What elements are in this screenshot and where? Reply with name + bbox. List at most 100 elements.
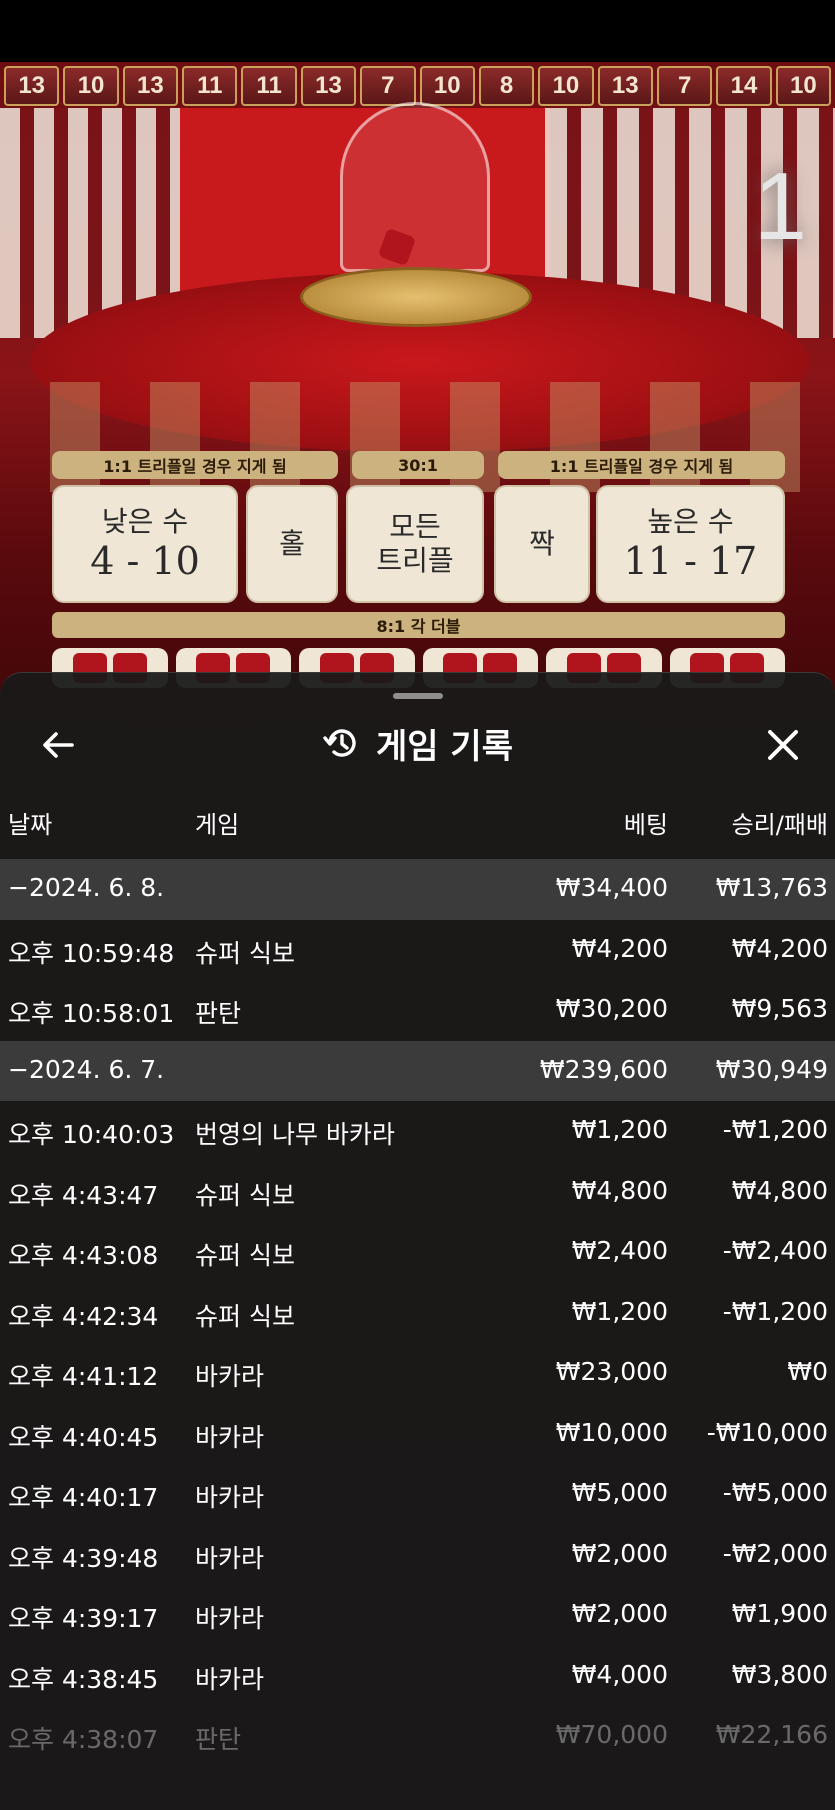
row-game: 바카라 [195, 1483, 265, 1512]
row-winloss: ₩22,166 [715, 1720, 828, 1749]
history-result-cell: 13 [122, 66, 179, 106]
row-game: 바카라 [195, 1604, 265, 1633]
row-winloss: -₩1,200 [722, 1115, 828, 1144]
history-row[interactable]: 오후 4:39:17 바카라 ₩2,000 ₩1,900 [0, 1585, 835, 1646]
row-bet: ₩239,600 [539, 1054, 668, 1084]
row-winloss: -₩1,200 [722, 1296, 828, 1326]
history-result-cell: 7 [656, 66, 713, 106]
history-row[interactable]: 오후 4:40:45 바카라 ₩10,000 -₩10,000 [0, 1404, 835, 1465]
history-result-cell: 7 [360, 66, 416, 106]
history-row[interactable]: 오후 4:40:17 바카라 ₩5,000 -₩5,000 [0, 1464, 835, 1525]
row-bet: ₩10,000 [555, 1417, 668, 1447]
row-game: 바카라 [195, 1543, 265, 1573]
history-row[interactable]: 오후 10:59:48 슈퍼 식보 ₩4,200 ₩4,200 [0, 920, 835, 981]
history-result-cell: 14 [716, 66, 772, 106]
row-date: 오후 4:43:47 [8, 1180, 159, 1210]
dice-dome-base [300, 267, 532, 327]
table-header: 날짜 게임 베팅 승리/패배 [0, 797, 835, 843]
history-row[interactable]: 오후 10:58:01 판탄 ₩30,200 ₩9,563 [0, 980, 835, 1041]
dice-dome [340, 102, 490, 272]
row-date: −2024. 6. 7. [8, 1054, 165, 1084]
history-row[interactable]: 오후 4:43:47 슈퍼 식보 ₩4,800 ₩4,800 [0, 1162, 835, 1223]
row-game: 판탄 [195, 999, 242, 1028]
close-button[interactable] [761, 723, 805, 767]
history-result-cell: 11 [241, 66, 297, 106]
history-result-cell: 13 [4, 66, 60, 106]
date-group-row[interactable]: −2024. 6. 7. ₩239,600 ₩30,949 [0, 1040, 835, 1101]
bet-big-range: 11 - 17 [623, 539, 758, 583]
row-bet: ₩5,000 [571, 1478, 668, 1507]
column-header-date: 날짜 [8, 811, 53, 839]
history-clock-icon [323, 729, 356, 757]
bet-any-triple[interactable]: 모든 트리플 [346, 485, 484, 603]
row-date: 오후 4:38:45 [8, 1664, 159, 1694]
history-result-cell: 13 [597, 66, 653, 106]
sheet-header: 게임 기록 [0, 713, 835, 773]
row-date: 오후 4:40:45 [8, 1422, 159, 1452]
payout-label-small: 1:1 트리플일 경우 지게 됨 [52, 451, 338, 479]
row-game: 판탄 [195, 1725, 242, 1754]
close-icon [768, 730, 798, 760]
history-result-cell: 13 [300, 66, 357, 106]
row-date: −2024. 6. 8. [8, 873, 165, 902]
history-row[interactable]: 오후 4:38:45 바카라 ₩4,000 ₩3,800 [0, 1646, 835, 1707]
row-bet: ₩2,000 [571, 1538, 668, 1568]
row-bet: ₩2,400 [571, 1236, 668, 1265]
row-date: 오후 4:43:08 [8, 1241, 159, 1270]
history-row[interactable]: 오후 10:40:03 번영의 나무 바카라 ₩1,200 -₩1,200 [0, 1101, 835, 1162]
row-winloss: ₩9,563 [731, 994, 828, 1023]
row-winloss: -₩2,000 [722, 1538, 828, 1568]
row-date: 오후 4:41:12 [8, 1362, 159, 1391]
row-date: 오후 4:39:48 [8, 1543, 159, 1573]
row-game: 번영의 나무 바카라 [195, 1120, 395, 1149]
row-date: 오후 4:40:17 [8, 1483, 159, 1512]
history-row[interactable]: 오후 4:43:08 슈퍼 식보 ₩2,400 -₩2,400 [0, 1222, 835, 1283]
row-winloss: -₩2,400 [722, 1236, 828, 1265]
row-bet: ₩4,800 [571, 1175, 668, 1205]
history-table: −2024. 6. 8. ₩34,400 ₩13,763 오후 10:59:48 슈퍼 … [0, 859, 835, 1767]
bet-odd-label: 홀 [279, 527, 305, 560]
bet-odd[interactable]: 홀 [246, 485, 338, 603]
row-date: 오후 10:59:48 [8, 938, 175, 968]
bet-big-label: 높은 수 [647, 505, 734, 538]
row-bet: ₩23,000 [555, 1357, 668, 1386]
row-game: 슈퍼 식보 [195, 1301, 295, 1331]
bet-big[interactable]: 높은 수 11 - 17 [596, 485, 785, 603]
bet-small-label: 낮은 수 [101, 505, 189, 538]
round-number: 1 [753, 153, 807, 260]
history-result-cell: 10 [63, 66, 119, 106]
row-winloss: ₩30,949 [715, 1054, 828, 1084]
bet-even[interactable]: 짝 [494, 485, 590, 603]
row-bet: ₩4,000 [571, 1659, 668, 1689]
row-winloss: ₩4,800 [731, 1175, 828, 1205]
row-bet: ₩34,400 [555, 873, 668, 902]
sheet-drag-handle[interactable] [393, 693, 443, 699]
history-result-cell: 11 [182, 66, 238, 106]
history-row[interactable]: 오후 4:38:07 판탄 ₩70,000 ₩22,166 [0, 1706, 835, 1767]
row-game: 바카라 [195, 1422, 265, 1452]
payout-label-triple: 30:1 [352, 451, 484, 479]
row-winloss: -₩10,000 [706, 1417, 828, 1447]
row-game: 슈퍼 식보 [195, 938, 295, 968]
history-row[interactable]: 오후 4:42:34 슈퍼 식보 ₩1,200 -₩1,200 [0, 1283, 835, 1344]
row-bet: ₩2,000 [571, 1599, 668, 1628]
row-winloss: ₩1,900 [731, 1599, 828, 1628]
row-winloss: ₩13,763 [715, 873, 828, 902]
row-date: 오후 10:58:01 [8, 999, 175, 1028]
column-header-game: 게임 [195, 811, 240, 839]
game-history-sheet: 게임 기록 날짜 게임 베팅 승리/패배 −2024. 6. 8. ₩34,400… [0, 672, 835, 1810]
row-bet: ₩1,200 [571, 1115, 668, 1144]
row-winloss: ₩0 [787, 1357, 828, 1386]
bet-small[interactable]: 낮은 수 4 - 10 [52, 485, 238, 603]
history-result-cell: 8 [478, 66, 535, 106]
payout-label-double: 8:1 각 더블 [52, 612, 785, 638]
date-group-row[interactable]: −2024. 6. 8. ₩34,400 ₩13,763 [0, 859, 835, 920]
row-date: 오후 10:40:03 [8, 1120, 175, 1149]
history-row[interactable]: 오후 4:39:48 바카라 ₩2,000 -₩2,000 [0, 1525, 835, 1586]
column-header-bet: 베팅 [623, 811, 668, 839]
history-row[interactable]: 오후 4:41:12 바카라 ₩23,000 ₩0 [0, 1343, 835, 1404]
row-date: 오후 4:39:17 [8, 1604, 159, 1633]
row-game: 슈퍼 식보 [195, 1241, 295, 1270]
history-result-cell: 10 [538, 66, 594, 106]
bet-any-triple-label: 모든 트리플 [376, 510, 454, 577]
